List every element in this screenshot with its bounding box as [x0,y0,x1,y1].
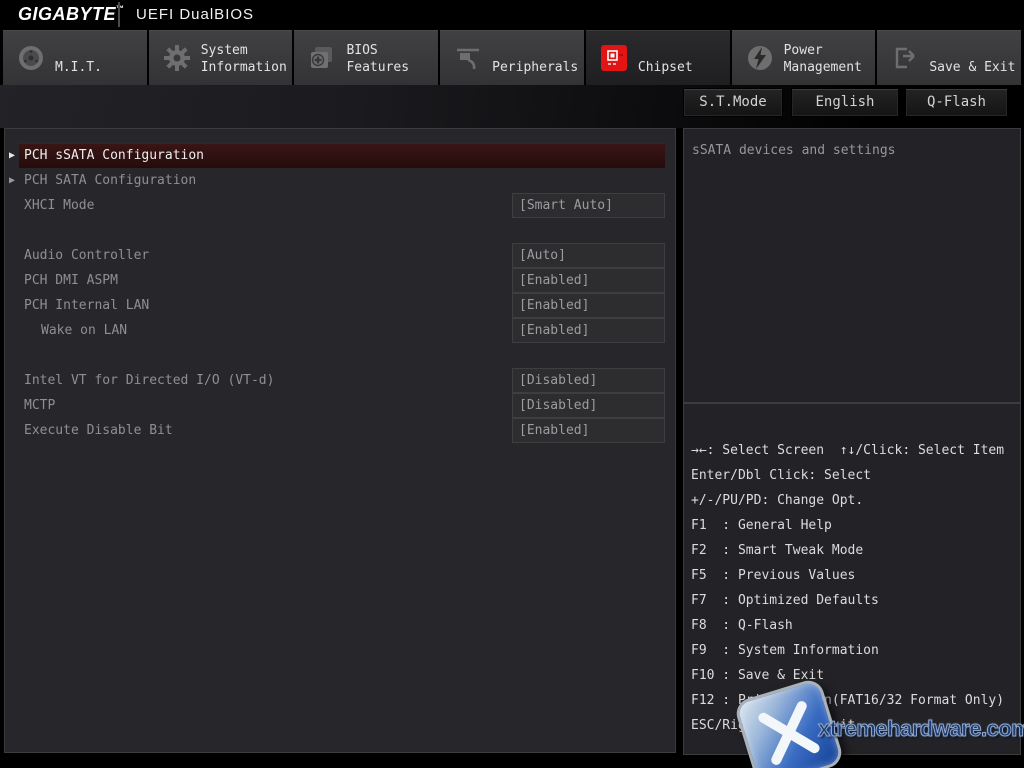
tab-mit[interactable]: M.I.T. [3,30,147,85]
item-label: PCH Internal LAN [24,293,149,318]
item-value[interactable]: [Disabled] [512,368,665,393]
settings-list-panel: ▶ PCH sSATA Configuration ▶ PCH SATA Con… [4,128,676,753]
help-panel: sSATA devices and settings [683,128,1021,403]
list-item-execute-disable-bit[interactable]: Execute Disable Bit [Enabled] [5,418,675,443]
gear-icon [162,43,192,73]
legend-line: F2 : Smart Tweak Mode [691,538,1020,563]
page-title: UEFI DualBIOS [136,6,254,23]
bios-screen: GIGABYTE™ UEFI DualBIOS M.I.T. [0,0,1024,768]
tab-chipset[interactable]: Chipset [586,30,730,85]
tab-power-management[interactable]: Power Management [732,30,876,85]
tab-label: M.I.T. [55,59,102,76]
list-spacer [5,343,675,368]
save-exit-icon [890,43,920,73]
item-value[interactable]: [Smart Auto] [512,193,665,218]
title-bar: GIGABYTE™ UEFI DualBIOS [0,0,1024,30]
list-item-pch-sata-configuration[interactable]: ▶ PCH SATA Configuration [5,168,675,193]
item-value[interactable]: [Auto] [512,243,665,268]
chipset-icon [599,43,629,73]
tab-save-exit[interactable]: Save & Exit [877,30,1021,85]
tab-label: Save & Exit [929,59,1015,76]
legend-line: F1 : General Help [691,513,1020,538]
list-item-audio-controller[interactable]: Audio Controller [Auto] [5,243,675,268]
list-item-xhci-mode[interactable]: XHCI Mode [Smart Auto] [5,193,675,218]
submenu-arrow-icon: ▶ [9,143,15,168]
item-value[interactable]: [Disabled] [512,393,665,418]
item-value[interactable]: [Enabled] [512,318,665,343]
list-item-intel-vt-d[interactable]: Intel VT for Directed I/O (VT-d) [Disabl… [5,368,675,393]
brand-text: GIGABYTE [18,4,116,24]
item-label: Intel VT for Directed I/O (VT-d) [24,368,274,393]
tab-peripherals[interactable]: Peripherals [440,30,584,85]
legend-line: +/-/PU/PD: Change Opt. [691,488,1020,513]
item-value[interactable]: [Enabled] [512,293,665,318]
legend-line: Enter/Dbl Click: Select [691,463,1020,488]
qflash-button[interactable]: Q-Flash [905,88,1008,117]
item-label: MCTP [24,393,55,418]
tab-system-information[interactable]: System Information [149,30,293,85]
item-label: Execute Disable Bit [24,418,173,443]
tab-label: BIOS Features [346,42,409,76]
tab-label: Chipset [638,59,693,76]
legend-line: F9 : System Information [691,638,1020,663]
peripherals-icon [453,43,483,73]
submenu-arrow-icon: ▶ [9,168,15,193]
item-label: Audio Controller [24,243,149,268]
legend-line: F7 : Optimized Defaults [691,588,1020,613]
tab-label: System Information [201,42,287,76]
list-item-pch-dmi-aspm[interactable]: PCH DMI ASPM [Enabled] [5,268,675,293]
power-bolt-icon [745,43,775,73]
legend-line: F5 : Previous Values [691,563,1020,588]
mit-dial-icon [16,43,46,73]
legend-line: F10 : Save & Exit [691,663,1020,688]
stmode-button[interactable]: S.T.Mode [683,88,783,117]
item-label: PCH sSATA Configuration [24,143,204,168]
item-value[interactable]: [Enabled] [512,418,665,443]
hotkey-legend-panel: →←: Select Screen ↑↓/Click: Select Item … [683,403,1021,755]
list-item-mctp[interactable]: MCTP [Disabled] [5,393,675,418]
legend-line: F8 : Q-Flash [691,613,1020,638]
list-item-pch-ssata-configuration[interactable]: ▶ PCH sSATA Configuration [5,143,675,168]
tab-label: Peripherals [492,59,578,76]
divider [118,2,120,27]
item-label: XHCI Mode [24,193,94,218]
help-text: sSATA devices and settings [684,129,1020,172]
list-item-wake-on-lan[interactable]: Wake on LAN [Enabled] [5,318,675,343]
tab-bar: M.I.T. System Information [0,30,1024,85]
tab-label: Power Management [784,42,862,76]
item-value[interactable]: [Enabled] [512,268,665,293]
bios-features-icon [307,43,337,73]
legend-line: →←: Select Screen ↑↓/Click: Select Item [691,438,1020,463]
tab-bios-features[interactable]: BIOS Features [294,30,438,85]
gigabyte-logo: GIGABYTE™ [18,4,125,25]
item-label: PCH SATA Configuration [24,168,196,193]
language-button[interactable]: English [791,88,899,117]
item-label: Wake on LAN [41,318,127,343]
item-label: PCH DMI ASPM [24,268,118,293]
list-spacer [5,218,675,243]
legend-line: F12 : Print Screen(FAT16/32 Format Only) [691,688,1020,713]
list-item-pch-internal-lan[interactable]: PCH Internal LAN [Enabled] [5,293,675,318]
legend-line: ESC/Right Click: Exit [691,713,1020,738]
